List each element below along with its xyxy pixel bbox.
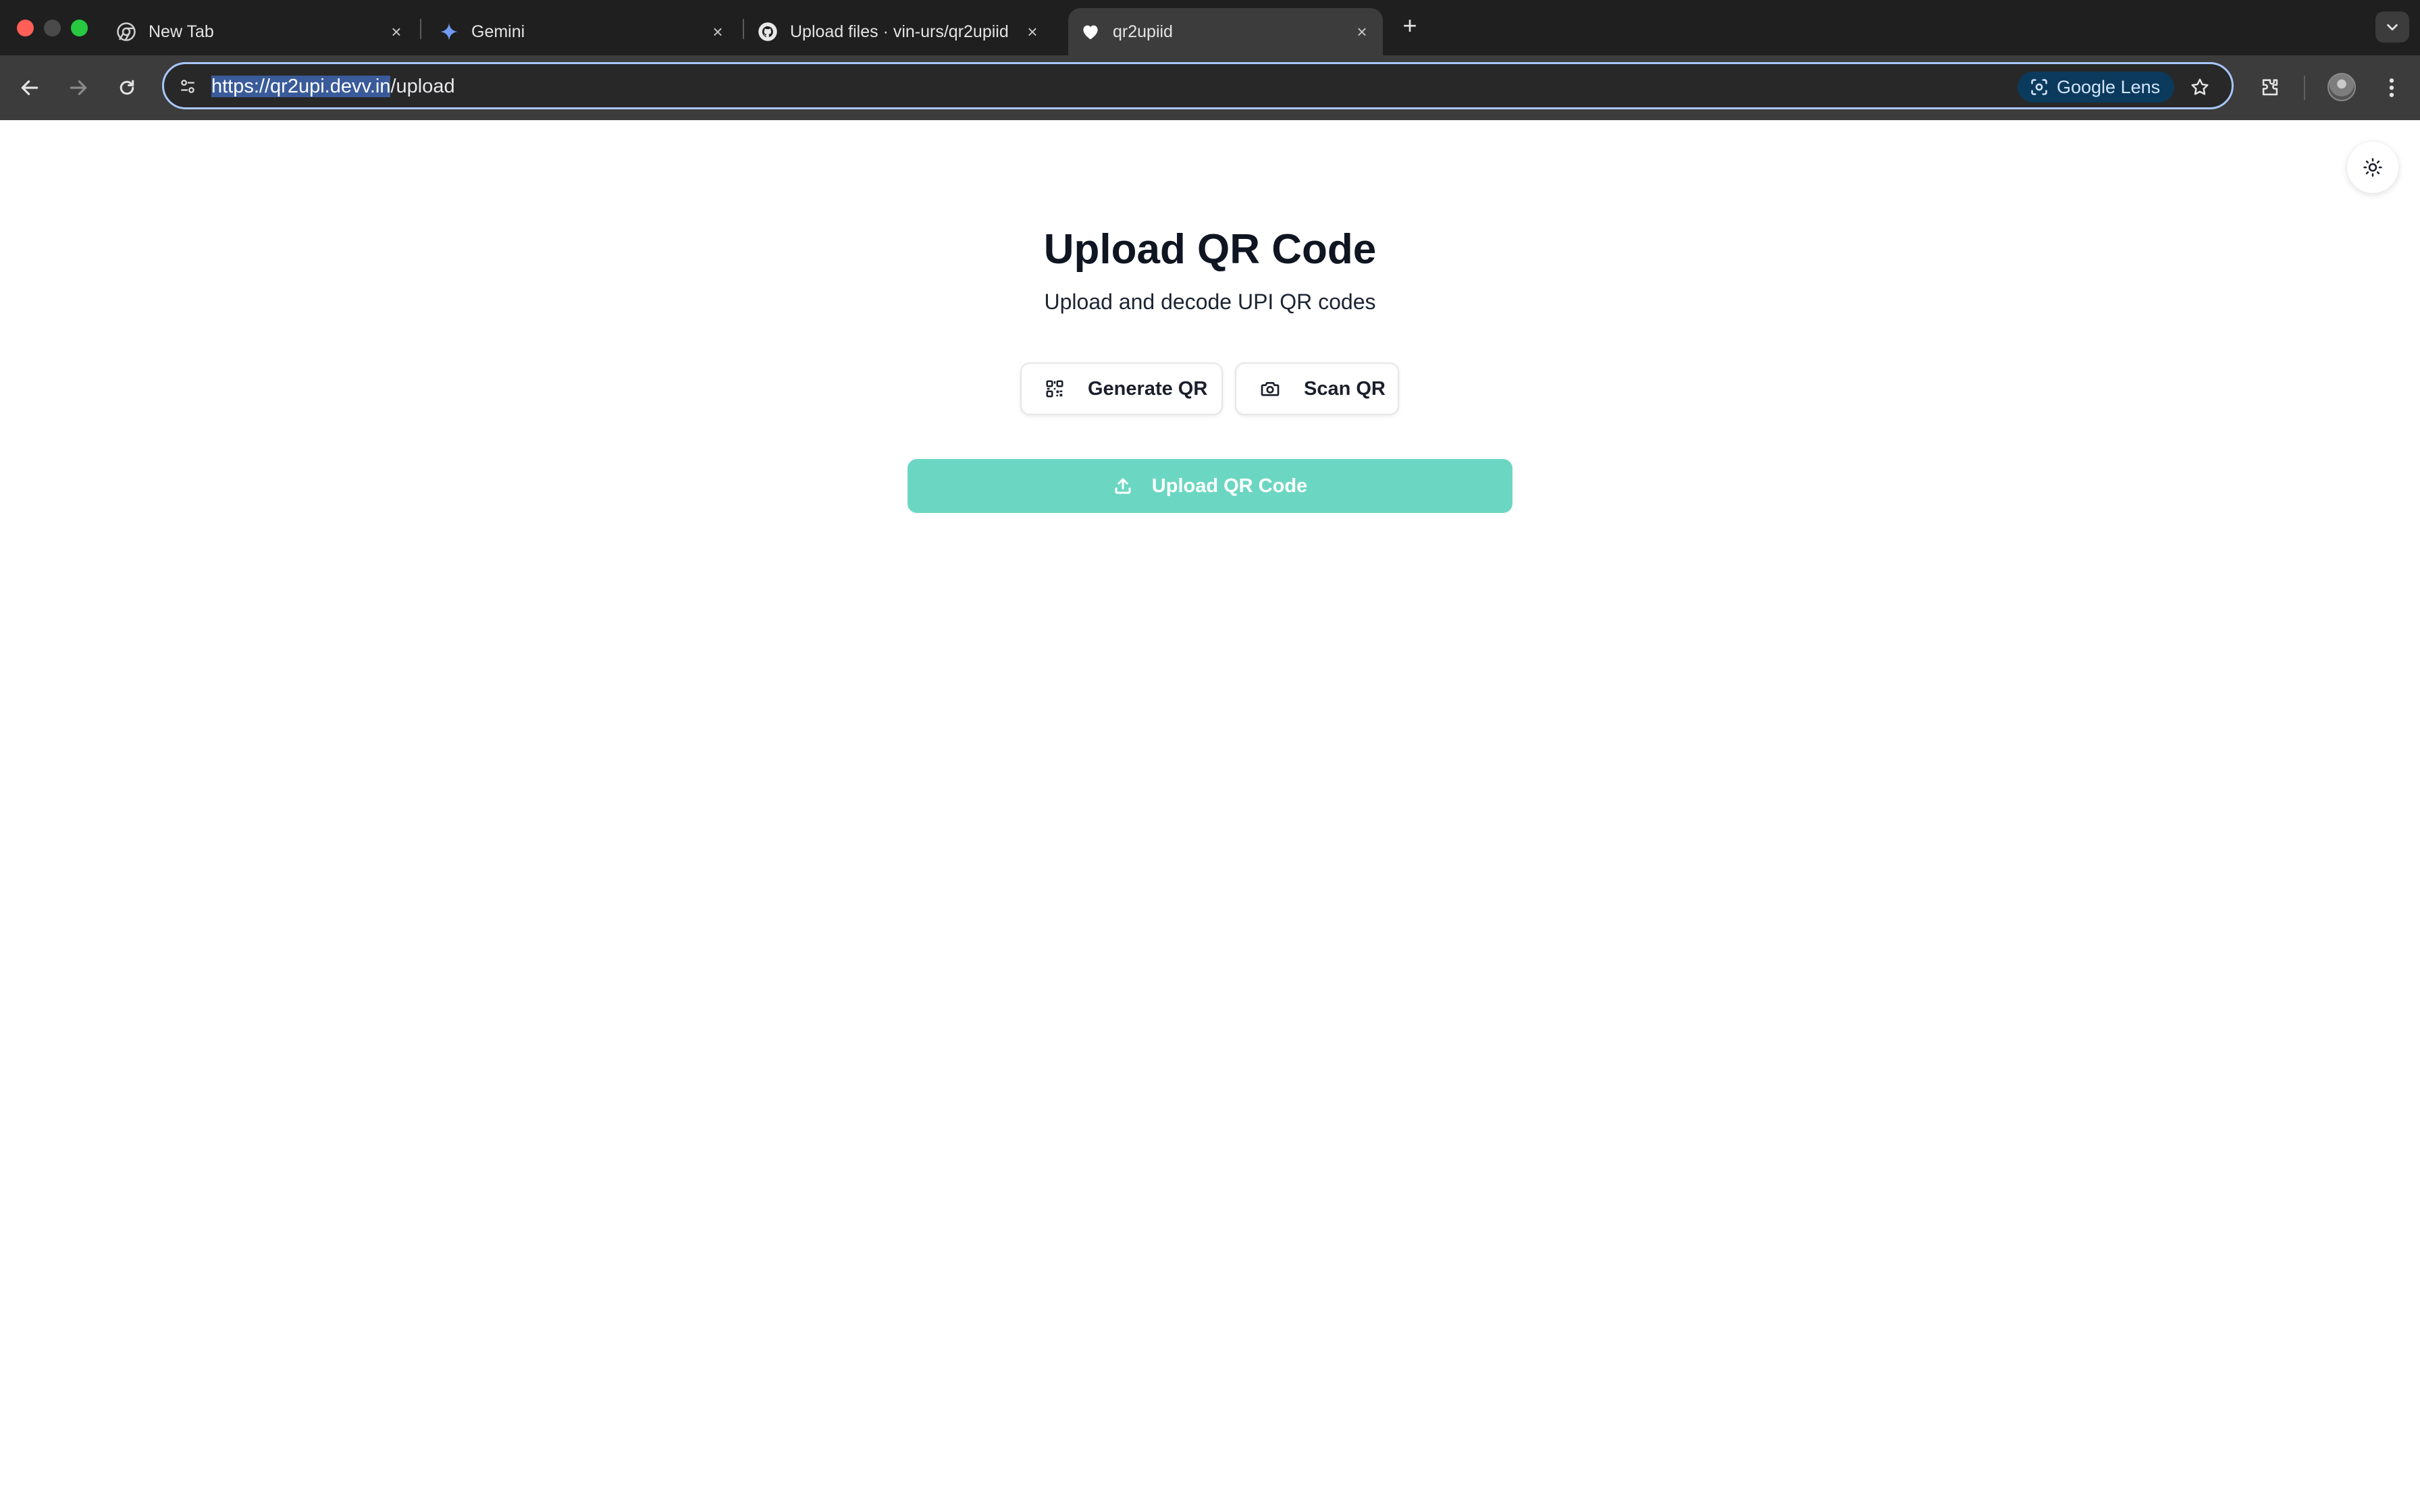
- toolbar-separator: [2304, 76, 2305, 100]
- minimize-window-button[interactable]: [44, 20, 61, 36]
- tab-title: Gemini: [471, 22, 525, 41]
- url-selected-part: https://qr2upi.devv.in: [211, 76, 391, 97]
- google-lens-button[interactable]: Google Lens: [2018, 72, 2174, 103]
- tab-title: New Tab: [149, 22, 214, 41]
- browser-toolbar: https://qr2upi.devv.in/upload Google Len…: [0, 55, 2420, 120]
- lens-icon: [2030, 78, 2049, 97]
- url-text[interactable]: https://qr2upi.devv.in/upload: [211, 74, 455, 99]
- back-button[interactable]: [14, 72, 46, 104]
- arrow-left-icon: [21, 80, 38, 95]
- tab-new-tab[interactable]: New Tab ×: [116, 8, 413, 55]
- sun-icon: [2363, 158, 2382, 177]
- heart-icon: [1080, 22, 1101, 42]
- address-bar[interactable]: https://qr2upi.devv.in/upload Google Len…: [162, 62, 2234, 109]
- close-tab-icon[interactable]: ×: [710, 23, 725, 40]
- kebab-menu-icon: [2389, 78, 2394, 97]
- gemini-icon: [439, 22, 459, 42]
- url-path: /upload: [390, 76, 455, 97]
- tab-separator: [743, 19, 744, 39]
- new-tab-button[interactable]: +: [1398, 14, 1422, 38]
- lens-label: Google Lens: [2057, 76, 2161, 97]
- reload-icon: [120, 80, 134, 95]
- extensions-button[interactable]: [2254, 72, 2286, 104]
- github-icon: [758, 22, 778, 42]
- page-subtitle: Upload and decode UPI QR codes: [1044, 290, 1376, 314]
- tab-title: qr2upiid: [1113, 22, 1173, 41]
- forward-button[interactable]: [62, 72, 95, 104]
- bookmark-star-icon[interactable]: [2186, 74, 2213, 101]
- generate-qr-label: Generate QR: [1088, 377, 1208, 400]
- tab-strip: New Tab × Gemini × Upload files · vin-ur…: [0, 0, 2420, 55]
- arrow-right-icon: [70, 80, 87, 95]
- tab-search-button[interactable]: [2375, 11, 2409, 43]
- theme-toggle-button[interactable]: [2347, 142, 2398, 193]
- close-tab-icon[interactable]: ×: [1354, 23, 1369, 40]
- close-tab-icon[interactable]: ×: [1025, 23, 1040, 40]
- scan-qr-label: Scan QR: [1304, 377, 1386, 400]
- tab-gemini[interactable]: Gemini ×: [439, 8, 729, 55]
- tab-separator: [420, 19, 421, 39]
- upload-qr-code-button[interactable]: Upload QR Code: [908, 459, 1512, 513]
- tab-title: Upload files · vin-urs/qr2upiid: [790, 22, 1009, 41]
- close-window-button[interactable]: [17, 20, 34, 36]
- profile-avatar[interactable]: [2327, 73, 2356, 101]
- puzzle-icon: [2262, 79, 2278, 96]
- qr-code-icon: [1045, 379, 1065, 399]
- chevron-down-icon: [2387, 24, 2398, 31]
- camera-icon: [1259, 378, 1281, 400]
- chrome-icon: [116, 22, 136, 42]
- scan-qr-button[interactable]: Scan QR: [1235, 362, 1399, 415]
- upload-icon: [1113, 476, 1133, 496]
- upload-qr-code-label: Upload QR Code: [1151, 475, 1308, 497]
- tab-github-upload[interactable]: Upload files · vin-urs/qr2upiid ×: [758, 8, 1048, 55]
- tab-qr2upiid[interactable]: qr2upiid ×: [1068, 8, 1383, 55]
- reload-button[interactable]: [111, 72, 143, 104]
- close-tab-icon[interactable]: ×: [389, 23, 404, 40]
- browser-menu-button[interactable]: [2378, 72, 2405, 104]
- maximize-window-button[interactable]: [71, 20, 88, 36]
- site-settings-icon[interactable]: [178, 76, 198, 97]
- generate-qr-button[interactable]: Generate QR: [1020, 362, 1223, 415]
- page-title: Upload QR Code: [1043, 226, 1377, 273]
